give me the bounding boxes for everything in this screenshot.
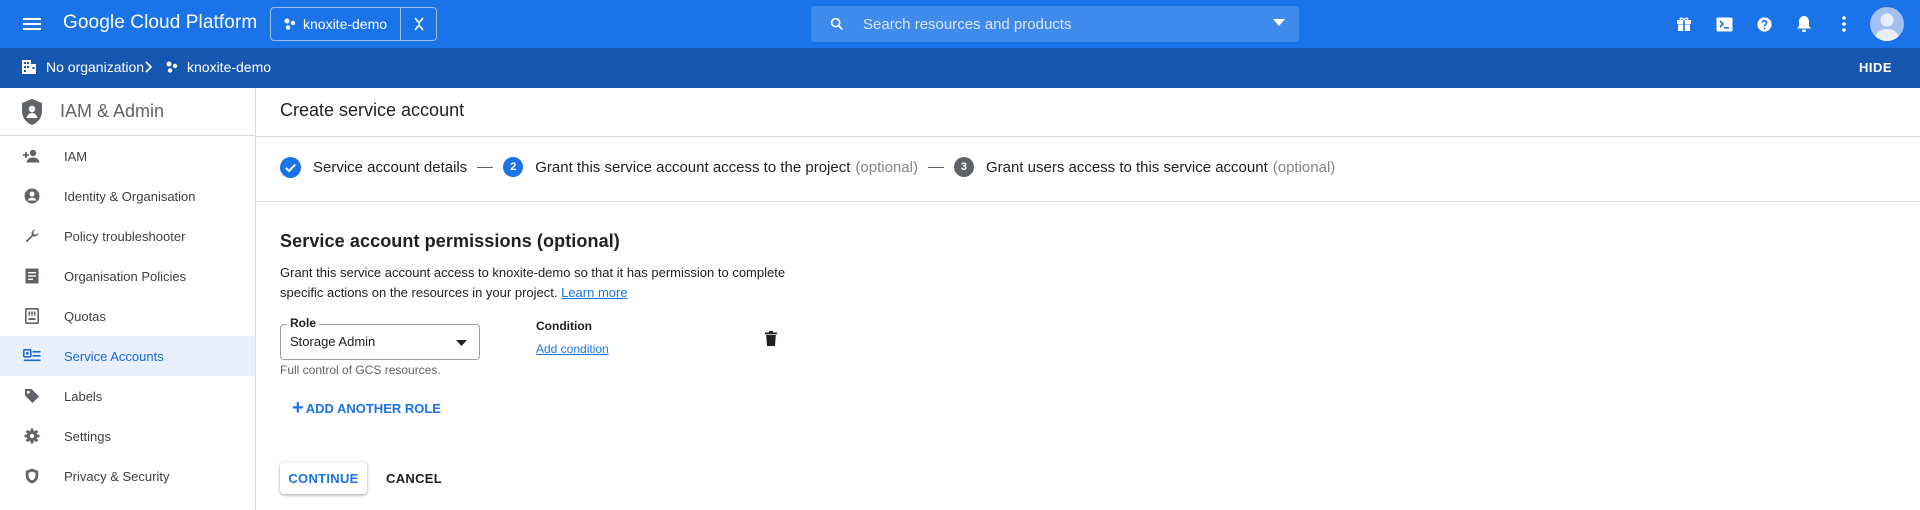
step-connector bbox=[477, 166, 494, 168]
sidebar-item-label: Policy troubleshooter bbox=[64, 228, 186, 244]
service-account-icon bbox=[23, 347, 41, 365]
search-input[interactable] bbox=[863, 15, 1263, 33]
wrench-icon bbox=[23, 227, 41, 245]
project-switcher-icon[interactable] bbox=[401, 16, 436, 32]
sidebar: IAM & Admin IAM Identity & Organisation … bbox=[0, 88, 256, 510]
step-2-label: Grant this service account access to the… bbox=[535, 158, 851, 176]
main-content: Create service account Service account d… bbox=[256, 88, 1920, 510]
section-title: Service account permissions (optional) bbox=[280, 231, 620, 251]
sidebar-item-settings[interactable]: Settings bbox=[0, 416, 255, 456]
notifications-icon[interactable] bbox=[1784, 4, 1824, 44]
more-vert-icon[interactable] bbox=[1824, 4, 1864, 44]
plus-icon: + bbox=[292, 397, 304, 419]
help-icon[interactable] bbox=[1744, 4, 1784, 44]
sidebar-item-identity-organisation[interactable]: Identity & Organisation bbox=[0, 176, 255, 216]
continue-button[interactable]: CONTINUE bbox=[280, 462, 367, 494]
step-2-number: 2 bbox=[503, 157, 524, 177]
step-3-optional: (optional) bbox=[1272, 158, 1336, 176]
learn-more-link[interactable]: Learn more bbox=[561, 285, 627, 300]
sidebar-header: IAM & Admin bbox=[0, 88, 255, 136]
sidebar-item-label: Organisation Policies bbox=[64, 268, 187, 284]
search-icon bbox=[829, 16, 845, 32]
organization-icon bbox=[21, 59, 37, 75]
sidebar-item-labels[interactable]: Labels bbox=[0, 376, 255, 416]
search-dropdown-icon[interactable] bbox=[1273, 19, 1285, 27]
breadcrumb: No organization knoxite-demo HIDE bbox=[0, 48, 1920, 88]
product-logo[interactable]: Google Cloud Platform bbox=[63, 12, 257, 34]
step-2-optional: (optional) bbox=[855, 158, 918, 176]
avatar[interactable] bbox=[1870, 7, 1904, 41]
step-1-label[interactable]: Service account details bbox=[313, 159, 467, 176]
add-condition-link[interactable]: Add condition bbox=[536, 342, 609, 356]
add-another-role-button[interactable]: + ADD ANOTHER ROLE bbox=[292, 397, 441, 419]
description-text: Grant this service account access to kno… bbox=[280, 265, 786, 300]
role-label: Role bbox=[287, 316, 320, 330]
role-select[interactable]: Role Storage Admin bbox=[280, 316, 480, 360]
chevron-right-icon bbox=[143, 60, 153, 74]
sidebar-item-organisation-policies[interactable]: Organisation Policies bbox=[0, 256, 255, 296]
sidebar-item-label: Quotas bbox=[64, 308, 106, 324]
gift-icon[interactable] bbox=[1664, 4, 1704, 44]
menu-icon[interactable] bbox=[20, 12, 44, 36]
breadcrumb-project[interactable]: knoxite-demo bbox=[165, 59, 271, 75]
sidebar-item-label: Settings bbox=[64, 428, 111, 444]
sidebar-item-label: Labels bbox=[64, 388, 103, 404]
project-dots-icon bbox=[165, 60, 179, 74]
sidebar-item-quotas[interactable]: Quotas bbox=[0, 296, 255, 336]
page-title: Create service account bbox=[280, 100, 465, 120]
shield-icon bbox=[23, 467, 41, 485]
top-app-bar: Google Cloud Platform knoxite-demo bbox=[0, 0, 1920, 48]
step-connector bbox=[927, 166, 944, 168]
step-3-number: 3 bbox=[953, 157, 974, 177]
sidebar-item-label: Service Accounts bbox=[64, 348, 164, 364]
delete-icon[interactable] bbox=[765, 331, 777, 346]
sidebar-title: IAM & Admin bbox=[60, 101, 165, 121]
role-value: Storage Admin bbox=[290, 334, 376, 349]
sidebar-item-iam[interactable]: IAM bbox=[0, 136, 255, 176]
divider bbox=[256, 201, 1920, 202]
sidebar-item-service-accounts[interactable]: Service Accounts bbox=[0, 336, 255, 376]
sidebar-item-privacy-security[interactable]: Privacy & Security bbox=[0, 456, 255, 496]
sidebar-item-label: Privacy & Security bbox=[64, 468, 170, 484]
breadcrumb-organization-label: No organization bbox=[46, 59, 145, 75]
cancel-button[interactable]: CANCEL bbox=[378, 462, 450, 494]
project-picker-button[interactable]: knoxite-demo bbox=[271, 8, 401, 40]
person-add-icon bbox=[23, 147, 41, 165]
sidebar-item-policy-troubleshooter[interactable]: Policy troubleshooter bbox=[0, 216, 255, 256]
sidebar-item-label: Identity & Organisation bbox=[64, 188, 196, 204]
search-bar[interactable] bbox=[811, 6, 1299, 42]
condition-label: Condition bbox=[536, 319, 592, 333]
quota-icon bbox=[23, 307, 41, 325]
stepper: Service account details 2 Grant this ser… bbox=[280, 156, 1335, 178]
document-icon bbox=[23, 267, 41, 285]
tag-icon bbox=[23, 387, 41, 405]
project-picker-label: knoxite-demo bbox=[303, 16, 388, 32]
breadcrumb-organization[interactable]: No organization bbox=[21, 59, 144, 75]
account-circle-icon bbox=[23, 187, 41, 205]
gear-icon bbox=[23, 427, 41, 445]
breadcrumb-project-label: knoxite-demo bbox=[187, 59, 272, 75]
step-complete-check-icon[interactable] bbox=[280, 156, 301, 178]
cloud-shell-icon[interactable] bbox=[1704, 4, 1744, 44]
add-another-role-label: ADD ANOTHER ROLE bbox=[305, 400, 441, 416]
sidebar-item-label: IAM bbox=[64, 148, 88, 164]
step-3-label: Grant users access to this service accou… bbox=[985, 158, 1268, 176]
role-hint: Full control of GCS resources. bbox=[280, 363, 441, 377]
hide-button[interactable]: HIDE bbox=[1859, 60, 1892, 75]
divider bbox=[256, 136, 1920, 137]
section-description: Grant this service account access to kno… bbox=[280, 263, 820, 303]
iam-shield-icon bbox=[20, 98, 44, 126]
project-picker[interactable]: knoxite-demo bbox=[270, 7, 437, 41]
dropdown-arrow-icon bbox=[456, 340, 467, 346]
project-dots-icon bbox=[283, 17, 297, 31]
